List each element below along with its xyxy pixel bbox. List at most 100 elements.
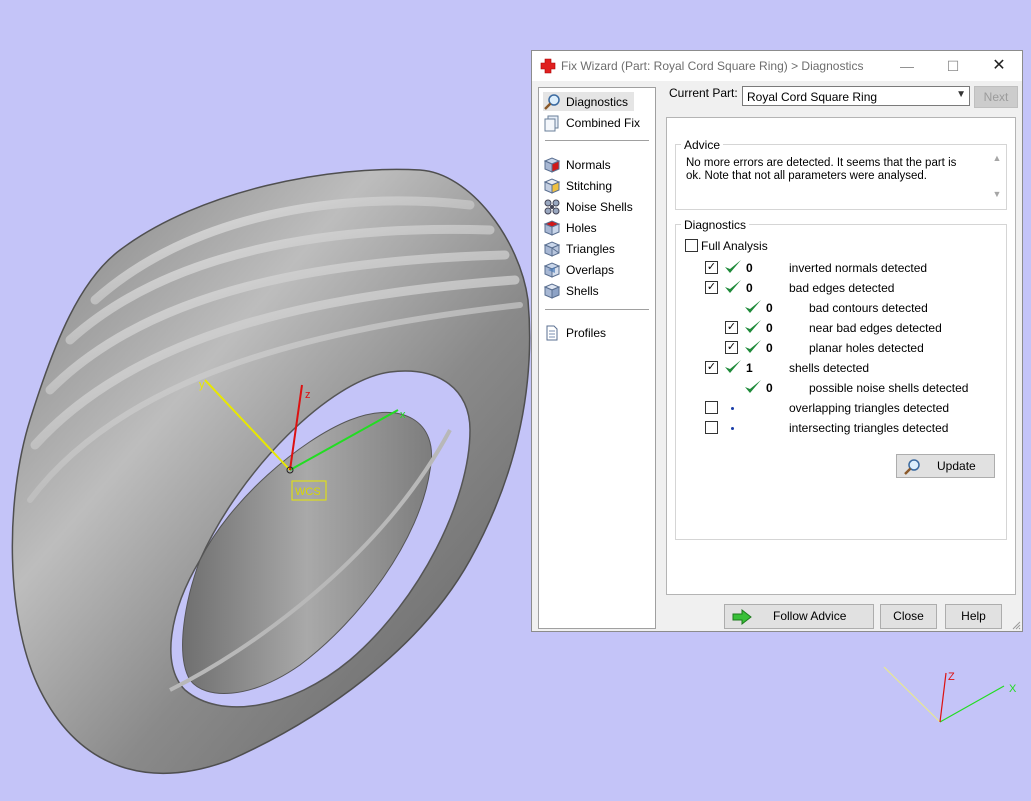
sidebar-item-holes[interactable]: Holes — [543, 218, 603, 237]
ring-model[interactable] — [11, 168, 531, 774]
sidebar-item-diagnostics[interactable]: Diagnostics — [543, 92, 635, 111]
sidebar-item-label: Combined Fix — [566, 115, 641, 130]
full-analysis-label: Full Analysis — [701, 239, 768, 253]
sidebar-item-combined-fix[interactable]: Combined Fix — [543, 113, 646, 132]
sidebar-item-profiles[interactable]: Profiles — [543, 323, 612, 342]
mini-z-label: Z — [948, 671, 955, 683]
update-button[interactable]: Update — [896, 454, 995, 478]
sidebar-separator — [545, 309, 649, 310]
z-axis-label: z — [305, 389, 311, 401]
advice-group: No more errors are detected. It seems th… — [675, 144, 1007, 210]
diagnostic-count: 1 — [746, 361, 753, 375]
mini-x-label: X — [1009, 683, 1017, 695]
diagnostic-checkbox[interactable]: ✓ — [725, 321, 738, 334]
diagnostic-label: shells detected — [789, 361, 870, 375]
sidebar-item-label: Stitching — [566, 178, 613, 193]
diagnostics-panel: No more errors are detected. It seems th… — [666, 117, 1016, 595]
current-part-label: Current Part: — [669, 86, 738, 100]
pending-dot-icon — [731, 427, 734, 430]
advice-title: Advice — [681, 138, 724, 152]
diagnostic-checkbox[interactable]: ✓ — [705, 361, 718, 374]
diagnostic-checkbox[interactable]: ✓ — [705, 281, 718, 294]
green-check-icon — [745, 320, 761, 333]
pages-icon — [544, 115, 559, 131]
cube-triangle-icon — [543, 240, 561, 257]
orientation-triad: X Z — [883, 666, 1017, 723]
diagnostic-label: near bad edges detected — [809, 321, 942, 335]
y-axis-label: y — [199, 379, 205, 391]
mini-y-axis — [883, 666, 941, 723]
magnifier-icon — [904, 459, 920, 475]
close-button[interactable]: Close — [880, 604, 937, 629]
diagnostic-checkbox[interactable] — [705, 401, 718, 414]
diagnostic-count: 0 — [766, 301, 773, 315]
close-window-button[interactable]: ✕ — [976, 51, 1022, 81]
sidebar-item-label: Normals — [566, 157, 611, 172]
wcs-label: WCS — [295, 486, 321, 498]
pending-dot-icon — [731, 407, 734, 410]
sidebar-item-label: Shells — [566, 283, 599, 298]
sidebar-item-stitching[interactable]: Stitching — [543, 176, 618, 195]
cube-overlap-icon — [543, 261, 561, 278]
cube-hole-icon — [543, 219, 561, 236]
green-arrow-icon — [732, 608, 752, 626]
diagnostics-title: Diagnostics — [681, 218, 750, 232]
sidebar-item-label: Overlaps — [566, 262, 615, 277]
diagnostic-count: 0 — [766, 381, 773, 395]
resize-grip-icon[interactable] — [1011, 620, 1021, 630]
diagnostic-checkbox[interactable] — [705, 421, 718, 434]
next-button[interactable]: Next — [974, 86, 1018, 108]
scroll-down-icon[interactable]: ▼ — [992, 189, 1002, 199]
diagnostic-count: 0 — [766, 341, 773, 355]
diagnostic-label: possible noise shells detected — [809, 381, 969, 395]
sidebar-item-normals[interactable]: Normals — [543, 155, 617, 174]
sidebar-item-label: Triangles — [566, 241, 615, 256]
sidebar-item-label: Holes — [566, 220, 597, 235]
green-check-icon — [725, 260, 741, 273]
cube-red-face-icon — [543, 156, 561, 173]
advice-text: No more errors are detected. It seems th… — [686, 157, 957, 182]
sidebar-item-noise-shells[interactable]: Noise Shells — [543, 197, 639, 216]
help-button[interactable]: Help — [945, 604, 1002, 629]
sidebar-item-triangles[interactable]: Triangles — [543, 239, 621, 258]
follow-advice-label: Follow Advice — [773, 609, 847, 623]
magnifier-icon — [544, 93, 560, 110]
current-part-value: Royal Cord Square Ring — [747, 90, 878, 104]
full-analysis-checkbox[interactable] — [685, 239, 698, 252]
cube-shell-icon — [543, 282, 561, 299]
window-title: Fix Wizard (Part: Royal Cord Square Ring… — [561, 59, 864, 73]
sidebar-item-label: Profiles — [566, 325, 607, 340]
x-axis-label: x — [400, 409, 406, 421]
sidebar-item-label: Diagnostics — [566, 94, 629, 109]
green-check-icon — [745, 300, 761, 313]
diagnostic-checkbox[interactable]: ✓ — [725, 341, 738, 354]
follow-advice-button[interactable]: Follow Advice — [724, 604, 874, 629]
diagnostic-label: bad edges detected — [789, 281, 895, 295]
diagnostic-count: 0 — [746, 261, 753, 275]
mini-z-axis — [939, 672, 947, 723]
chevron-down-icon: ▼ — [956, 89, 966, 100]
diagnostic-label: planar holes detected — [809, 341, 924, 355]
fix-wizard-dialog: Fix Wizard (Part: Royal Cord Square Ring… — [531, 50, 1023, 632]
maximize-button[interactable]: ☐ — [930, 51, 976, 81]
scroll-up-icon[interactable]: ▲ — [992, 153, 1002, 163]
minimize-button[interactable]: — — [884, 51, 930, 81]
sidebar-item-label: Noise Shells — [566, 199, 633, 214]
title-bar[interactable]: Fix Wizard (Part: Royal Cord Square Ring… — [532, 51, 1022, 81]
diagnostic-count: 0 — [746, 281, 753, 295]
sidebar-separator — [545, 140, 649, 141]
cube-stitch-icon — [543, 177, 561, 194]
diagnostic-checkbox[interactable]: ✓ — [705, 261, 718, 274]
diagnostic-label: overlapping triangles detected — [789, 401, 950, 415]
green-check-icon — [745, 380, 761, 393]
current-part-select[interactable]: Royal Cord Square Ring ▼ — [742, 86, 970, 106]
diagnostic-label: inverted normals detected — [789, 261, 928, 275]
green-check-icon — [745, 340, 761, 353]
green-check-icon — [725, 280, 741, 293]
diagnostic-label: intersecting triangles detected — [789, 421, 949, 435]
sidebar-item-overlaps[interactable]: Overlaps — [543, 260, 620, 279]
diagnostic-label: bad contours detected — [809, 301, 928, 315]
dots-icon — [544, 199, 560, 214]
document-icon — [546, 325, 558, 340]
sidebar-item-shells[interactable]: Shells — [543, 281, 605, 300]
